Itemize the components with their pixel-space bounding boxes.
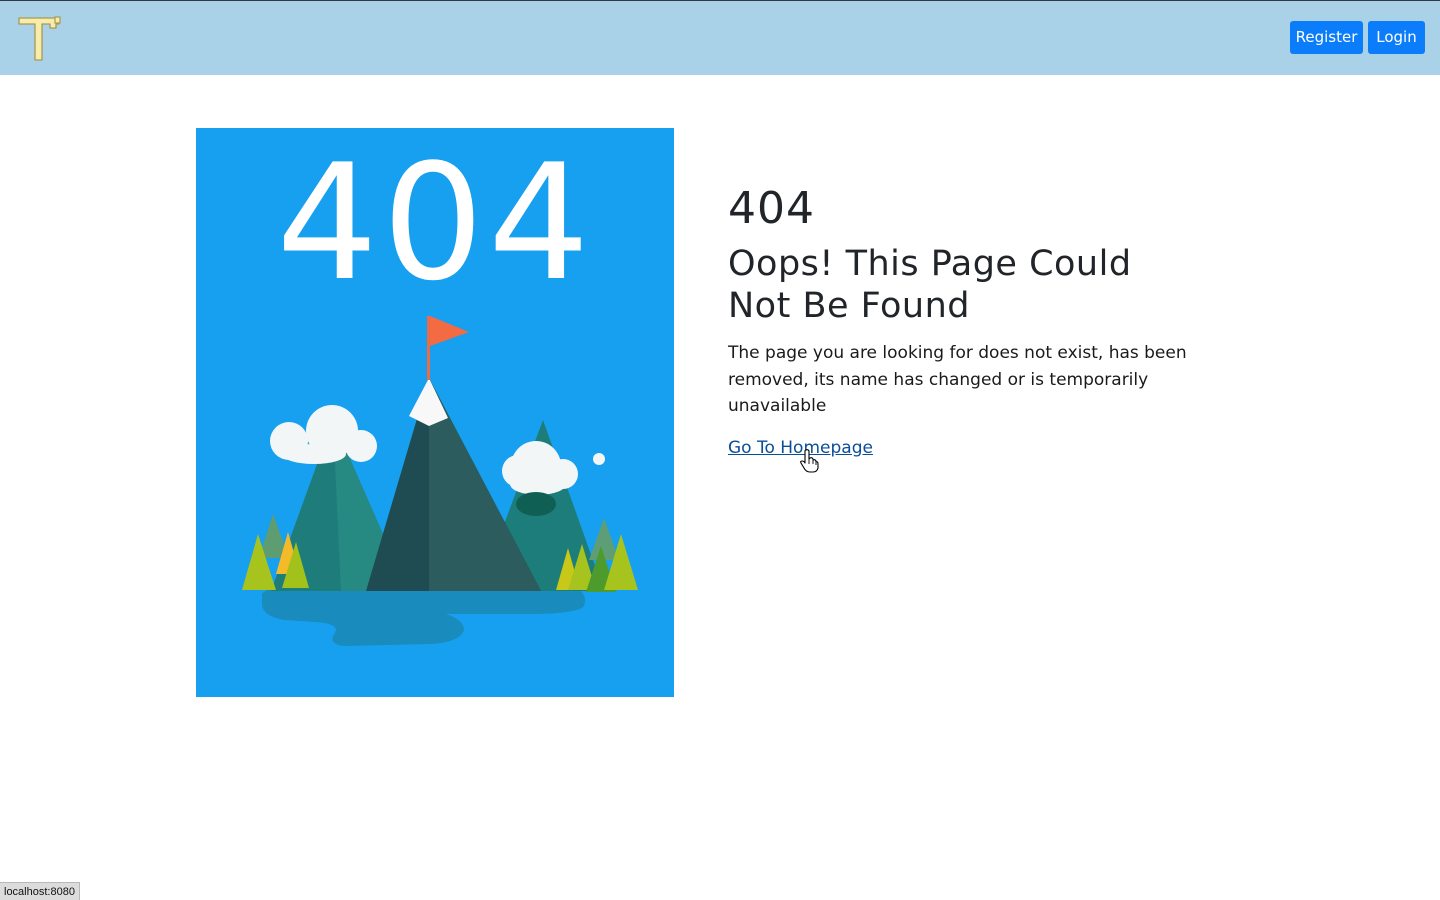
lake-icon (262, 587, 585, 646)
hammer-icon[interactable] (16, 15, 62, 63)
not-found-illustration: 404 (196, 128, 674, 697)
flag-pole (427, 316, 430, 380)
error-content: 404 Oops! This Page Could Not Be Found T… (728, 183, 1188, 458)
error-message: The page you are looking for does not ex… (728, 343, 1187, 416)
cloud-icon (270, 405, 377, 464)
top-navbar: Register Login (0, 0, 1440, 75)
flag-icon (430, 316, 469, 346)
cloud-icon (502, 441, 605, 495)
hand-pointer-icon (800, 449, 819, 473)
illustration-404-text: 404 (276, 129, 594, 316)
error-title: Oops! This Page Could Not Be Found (728, 244, 1132, 326)
login-button[interactable]: Login (1368, 21, 1425, 54)
browser-status-bar: localhost:8080 (0, 882, 80, 900)
register-button[interactable]: Register (1290, 21, 1363, 54)
error-code-heading: 404 (728, 183, 815, 234)
